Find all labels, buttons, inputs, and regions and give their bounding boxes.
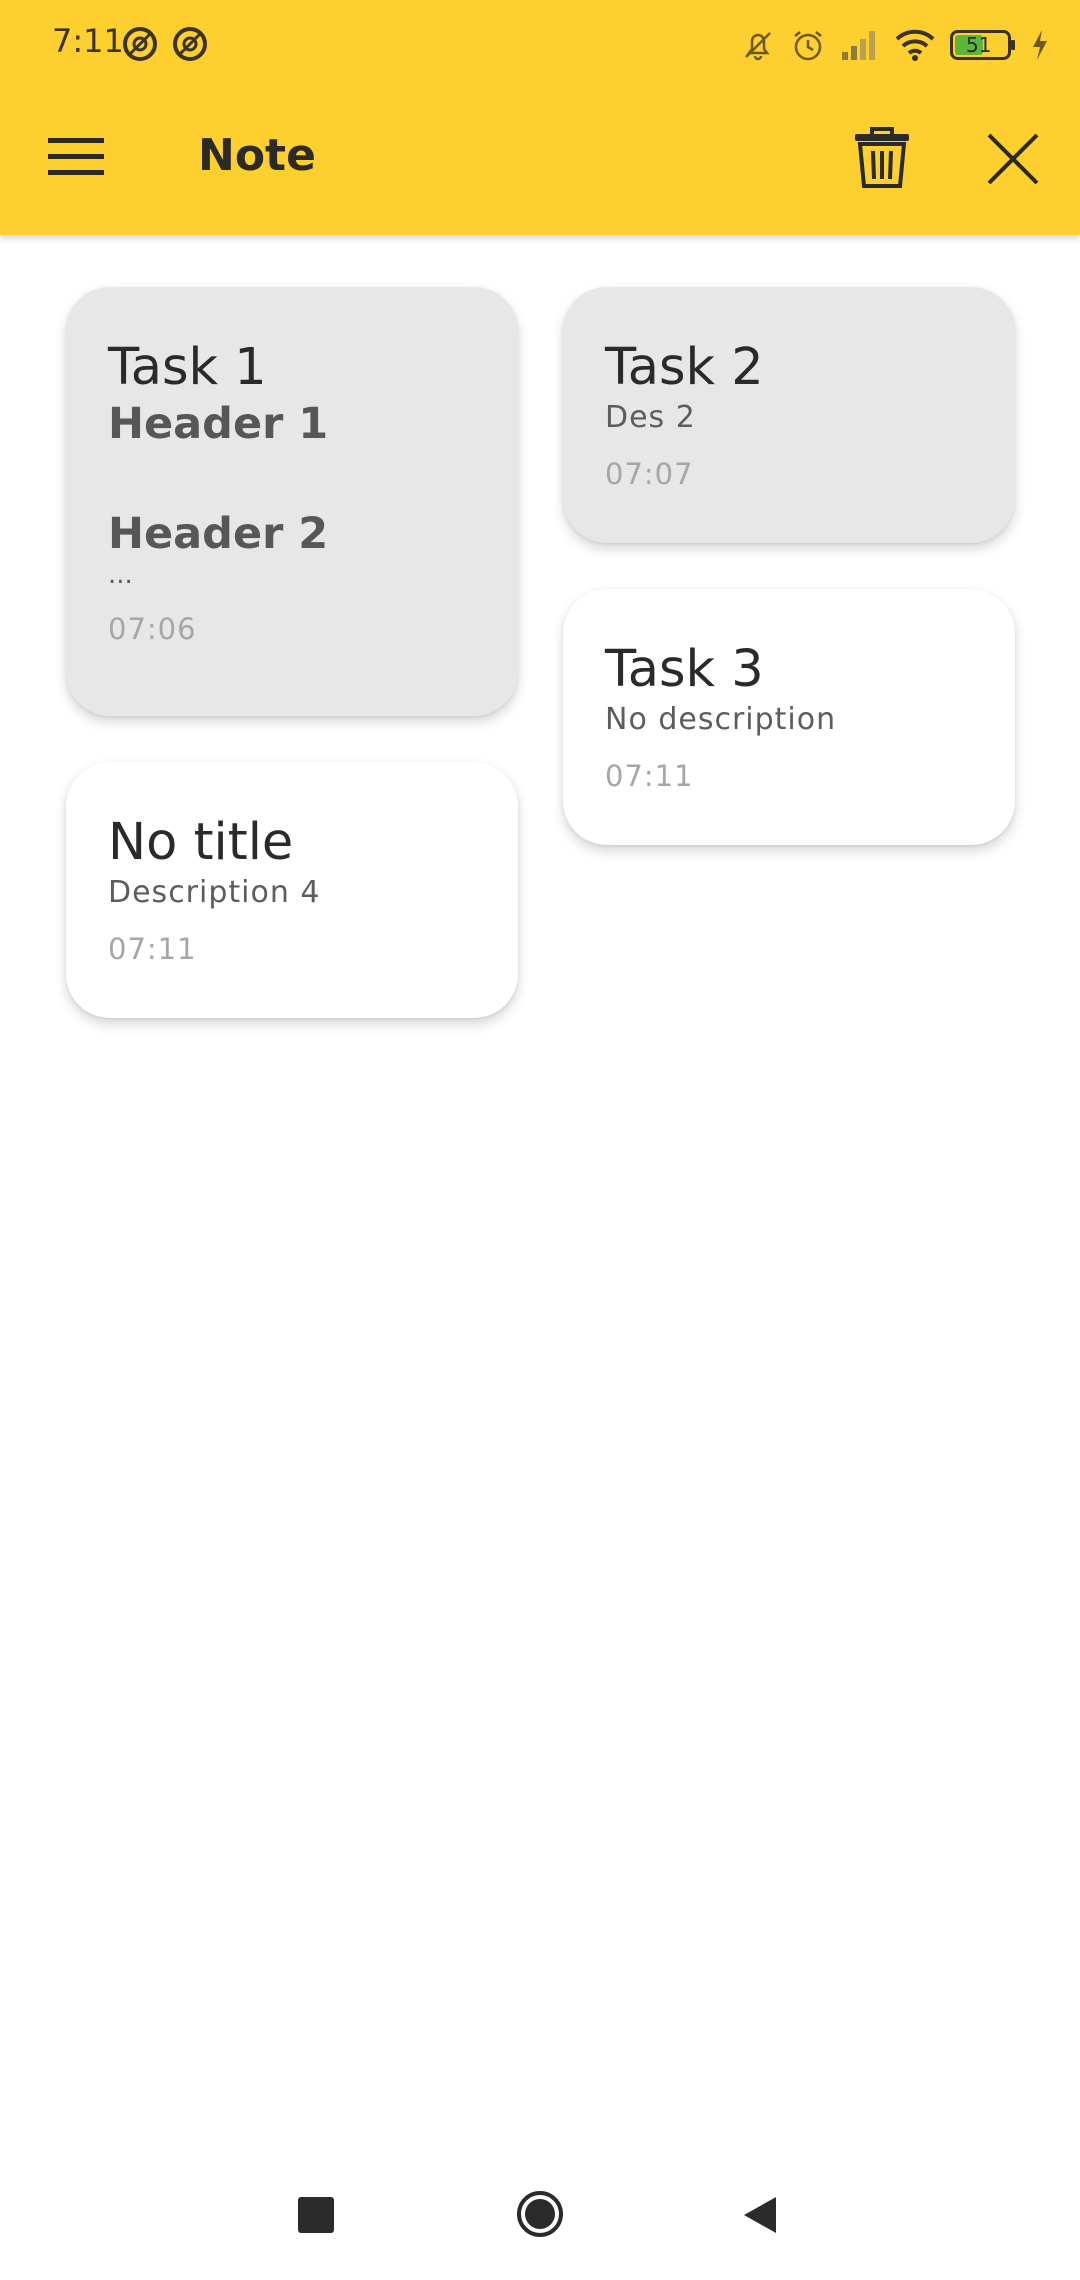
- note-header-1: Header 1: [108, 399, 329, 450]
- recent-apps-icon[interactable]: [298, 2197, 334, 2233]
- menu-icon[interactable]: [46, 132, 108, 182]
- page-title: Note: [198, 130, 316, 181]
- close-icon[interactable]: [986, 132, 1040, 186]
- note-card-task-2[interactable]: Task 2 Des 2 07:07: [563, 287, 1015, 543]
- charging-icon: [1033, 30, 1047, 60]
- notification-icon: [123, 27, 157, 61]
- note-title: Task 3: [605, 640, 764, 699]
- status-time: 7:11: [52, 22, 124, 60]
- back-icon[interactable]: [742, 2195, 778, 2235]
- status-bar: 7:11 51: [0, 0, 1080, 90]
- note-ellipsis: ...: [108, 559, 133, 590]
- note-card-task-3[interactable]: Task 3 No description 07:11: [563, 589, 1015, 845]
- app-bar: 7:11 51 Note: [0, 0, 1080, 235]
- note-description: Des 2: [605, 400, 696, 436]
- note-title: Task 2: [605, 338, 764, 397]
- note-card-no-title[interactable]: No title Description 4 07:11: [66, 762, 518, 1018]
- note-time: 07:06: [108, 611, 197, 646]
- signal-icon: [842, 31, 875, 60]
- status-icons: 51: [740, 22, 1050, 68]
- note-time: 07:07: [605, 457, 694, 492]
- note-time: 07:11: [108, 932, 197, 967]
- note-title: Task 1: [108, 338, 267, 397]
- battery-icon: 51: [950, 30, 1016, 60]
- notification-icon: [173, 27, 207, 61]
- note-description: Description 4: [108, 875, 321, 911]
- note-title: No title: [108, 813, 294, 872]
- alarm-icon: [794, 31, 822, 61]
- note-time: 07:11: [605, 759, 694, 794]
- note-description: No description: [605, 702, 837, 738]
- trash-icon[interactable]: [852, 126, 912, 190]
- home-icon[interactable]: [515, 2189, 565, 2239]
- bell-muted-icon: [745, 32, 771, 61]
- battery-level: 51: [966, 33, 992, 57]
- note-header-2: Header 2: [108, 508, 329, 559]
- wifi-icon: [895, 29, 935, 61]
- note-card-task-1[interactable]: Task 1 Header 1 Header 2 ... 07:06: [66, 287, 518, 716]
